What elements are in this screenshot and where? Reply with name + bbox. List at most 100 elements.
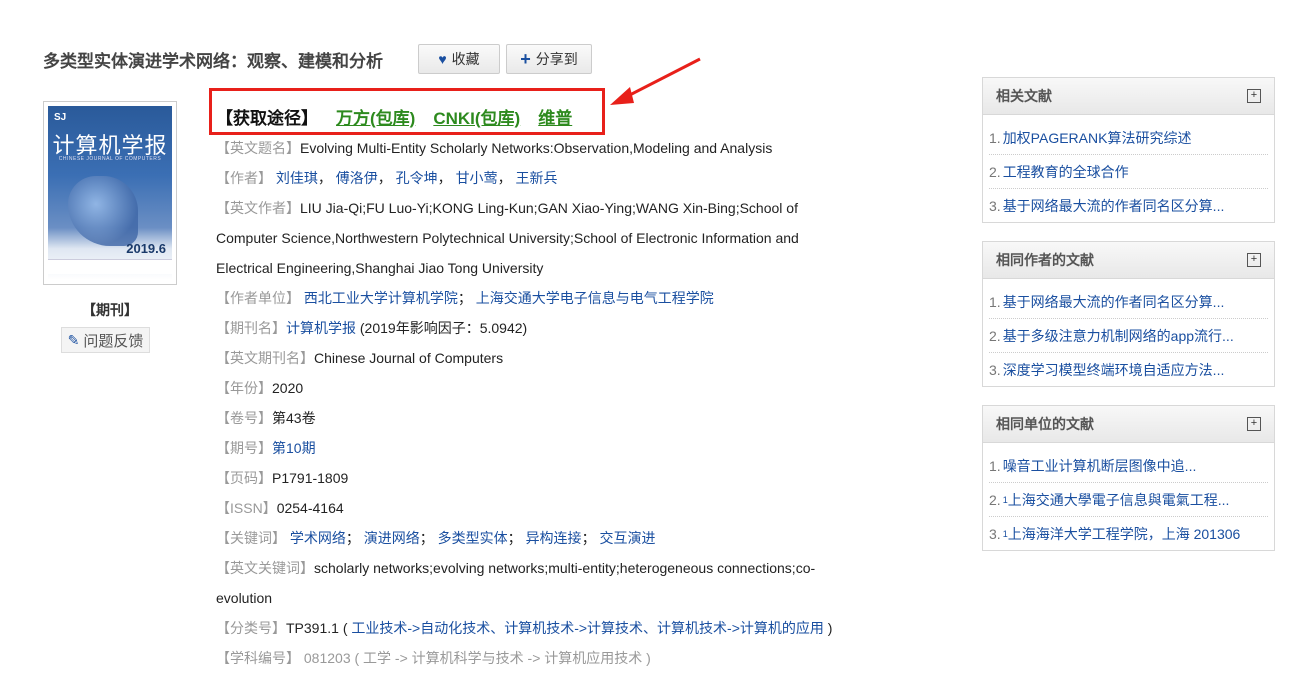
meta-key: 【页码】 (216, 470, 272, 486)
favorite-label: 收藏 (451, 51, 480, 67)
keyword-link[interactable]: 演进网络 (364, 530, 420, 546)
meta-key: 【英文期刊名】 (216, 350, 314, 366)
impact-factor: (2019年影响因子：5.0942) (359, 320, 528, 336)
pages-value: P1791-1809 (272, 470, 349, 486)
en-authors-value: LIU Jia-Qi;FU Luo-Yi;KONG Ling-Kun;GAN X… (216, 200, 799, 276)
access-link-cnki[interactable]: CNKI(包库) (433, 104, 520, 129)
panel-header: 相关文献 + (983, 78, 1274, 115)
feedback-label: 问题反馈 (83, 332, 144, 350)
meta-key: 【英文关键词】 (216, 560, 314, 576)
meta-journal: 【期刊名】计算机学报 (2019年影响因子：5.0942) (216, 313, 876, 343)
meta-year: 【年份】2020 (216, 373, 876, 403)
meta-key: 【关键词】 (216, 530, 286, 546)
meta-en-title: 【英文题名】Evolving Multi-Entity Scholarly Ne… (216, 133, 876, 163)
journal-cover[interactable]: SJ 计算机学报 CHINESE JOURNAL OF COMPUTERS 20… (43, 101, 177, 285)
same-unit-link[interactable]: 上海海洋大学工程学院，上海 201306 (1008, 524, 1241, 544)
meta-en-keywords: 【英文关键词】scholarly networks;evolving netwo… (216, 553, 856, 613)
meta-classification: 【分类号】TP391.1 ( 工业技术->自动化技术、计算机技术->计算技术、计… (216, 613, 876, 643)
access-row: 【获取途径】 万方(包库) CNKI(包库) 维普 (216, 104, 572, 129)
same-unit-link[interactable]: 噪音工业计算机断层图像中追... (1003, 456, 1197, 476)
subject-partial-text: 【学科编号】 081203 ( 工学 -> 计算机科学与技术 -> 计算机应用技… (216, 650, 651, 666)
meta-authors: 【作者】 刘佳琪， 傅洛伊， 孔令坤， 甘小莺， 王新兵 (216, 170, 558, 186)
meta-key: 【ISSN】 (216, 500, 277, 516)
meta-key: 【期号】 (216, 440, 272, 456)
affiliation-link[interactable]: 西北工业大学计算机学院 (304, 290, 458, 306)
list-item[interactable]: 3. 1 上海海洋大学工程学院，上海 201306 (989, 517, 1268, 550)
meta-key: 【作者单位】 (216, 290, 300, 306)
related-link[interactable]: 工程教育的全球合作 (1003, 162, 1129, 182)
same-author-link[interactable]: 深度学习模型终端环境自适应方法... (1003, 360, 1225, 380)
page-title: 多类型实体演进学术网络：观察、建模和分析 (43, 51, 383, 71)
related-link[interactable]: 基于网络最大流的作者同名区分算... (1003, 196, 1225, 216)
affiliation-link[interactable]: 上海交通大学电子信息与电气工程学院 (476, 290, 714, 306)
list-item[interactable]: 3. 深度学习模型终端环境自适应方法... (989, 353, 1268, 386)
expand-icon[interactable]: + (1247, 89, 1261, 103)
panel-related: 相关文献 + 1. 加权PAGERANK算法研究综述 2. 工程教育的全球合作 3.… (982, 77, 1275, 223)
list-item[interactable]: 3. 基于网络最大流的作者同名区分算... (989, 189, 1268, 222)
journal-link[interactable]: 计算机学报 (286, 320, 356, 336)
meta-affiliations: 【作者单位】 西北工业大学计算机学院； 上海交通大学电子信息与电气工程学院 (216, 290, 714, 306)
same-author-link[interactable]: 基于多级注意力机制网络的app流行... (1003, 326, 1234, 346)
list-item[interactable]: 2. 基于多级注意力机制网络的app流行... (989, 319, 1268, 353)
journal-type-label: 【期刊】 (82, 302, 138, 318)
page-header: 多类型实体演进学术网络：观察、建模和分析 (43, 44, 383, 74)
meta-key: 【卷号】 (216, 410, 272, 426)
same-author-link[interactable]: 基于网络最大流的作者同名区分算... (1003, 292, 1225, 312)
expand-icon[interactable]: + (1247, 417, 1261, 431)
meta-key: 【分类号】 (216, 620, 286, 636)
plus-icon: + (520, 48, 531, 69)
list-item[interactable]: 1. 基于网络最大流的作者同名区分算... (989, 285, 1268, 319)
related-link[interactable]: 加权PAGERANK算法研究综述 (1003, 128, 1192, 148)
keyword-link[interactable]: 交互演进 (599, 530, 655, 546)
meta-key: 【英文题名】 (216, 140, 300, 156)
red-arrow-annotation (610, 57, 701, 105)
heart-icon: ♥ (438, 51, 447, 67)
panel-same-unit: 相同单位的文献 + 1. 噪音工业计算机断层图像中追... 2. 1 上海交通大學電子… (982, 405, 1275, 551)
cover-image: SJ 计算机学报 CHINESE JOURNAL OF COMPUTERS 20… (48, 106, 172, 280)
panel-header: 相同单位的文献 + (983, 406, 1274, 443)
en-journal-value: Chinese Journal of Computers (314, 350, 504, 366)
author-link[interactable]: 王新兵 (515, 170, 557, 186)
panel-title: 相同作者的文献 (996, 252, 1094, 268)
panel-title: 相关文献 (996, 88, 1052, 104)
meta-issue: 【期号】第10期 (216, 433, 876, 463)
feedback-button[interactable]: ✎ 问题反馈 (61, 327, 150, 353)
author-link[interactable]: 傅洛伊 (336, 170, 378, 186)
list-item[interactable]: 1. 噪音工业计算机断层图像中追... (989, 449, 1268, 483)
author-link[interactable]: 甘小莺 (456, 170, 498, 186)
issue-link[interactable]: 第10期 (272, 440, 316, 456)
author-link[interactable]: 刘佳琪 (276, 170, 318, 186)
list-item[interactable]: 2. 工程教育的全球合作 (989, 155, 1268, 189)
access-link-weipu[interactable]: 维普 (538, 104, 572, 129)
panel-same-author: 相同作者的文献 + 1. 基于网络最大流的作者同名区分算... 2. 基于多级注意力… (982, 241, 1275, 387)
share-button[interactable]: + 分享到 (506, 44, 592, 74)
cover-logo: SJ (54, 112, 67, 123)
issn-value: 0254-4164 (276, 500, 344, 516)
meta-key: 【作者】 (216, 170, 272, 186)
same-unit-link[interactable]: 上海交通大學電子信息與電氣工程... (1008, 490, 1230, 510)
keyword-link[interactable]: 异构连接 (526, 530, 582, 546)
keyword-link[interactable]: 学术网络 (290, 530, 346, 546)
volume-value: 第43卷 (272, 410, 316, 426)
panel-header: 相同作者的文献 + (983, 242, 1274, 279)
list-item[interactable]: 2. 1 上海交通大學電子信息與電氣工程... (989, 483, 1268, 517)
meta-keywords: 【关键词】 学术网络； 演进网络； 多类型实体； 异构连接； 交互演进 (216, 530, 656, 546)
favorite-button[interactable]: ♥ 收藏 (418, 44, 500, 74)
meta-key: 【期刊名】 (216, 320, 286, 336)
class-close: ) (827, 620, 833, 636)
cover-journal-en: CHINESE JOURNAL OF COMPUTERS (58, 156, 162, 162)
classification-link[interactable]: 工业技术->自动化技术、计算机技术->计算技术、计算机技术->计算机的应用 (351, 620, 824, 636)
author-link[interactable]: 孔令坤 (396, 170, 438, 186)
meta-volume: 【卷号】第43卷 (216, 403, 876, 433)
meta-issn: 【ISSN】0254-4164 (216, 493, 876, 523)
meta-en-authors: 【英文作者】LIU Jia-Qi;FU Luo-Yi;KONG Ling-Kun… (216, 193, 826, 283)
expand-icon[interactable]: + (1247, 253, 1261, 267)
class-code: TP391.1 ( (286, 620, 348, 636)
cover-strip (48, 259, 172, 274)
list-item[interactable]: 1. 加权PAGERANK算法研究综述 (989, 121, 1268, 155)
edit-icon: ✎ (67, 331, 80, 348)
year-value: 2020 (272, 380, 304, 396)
access-link-wanfang[interactable]: 万方(包库) (336, 104, 415, 129)
meta-key: 【年份】 (216, 380, 272, 396)
keyword-link[interactable]: 多类型实体 (438, 530, 508, 546)
